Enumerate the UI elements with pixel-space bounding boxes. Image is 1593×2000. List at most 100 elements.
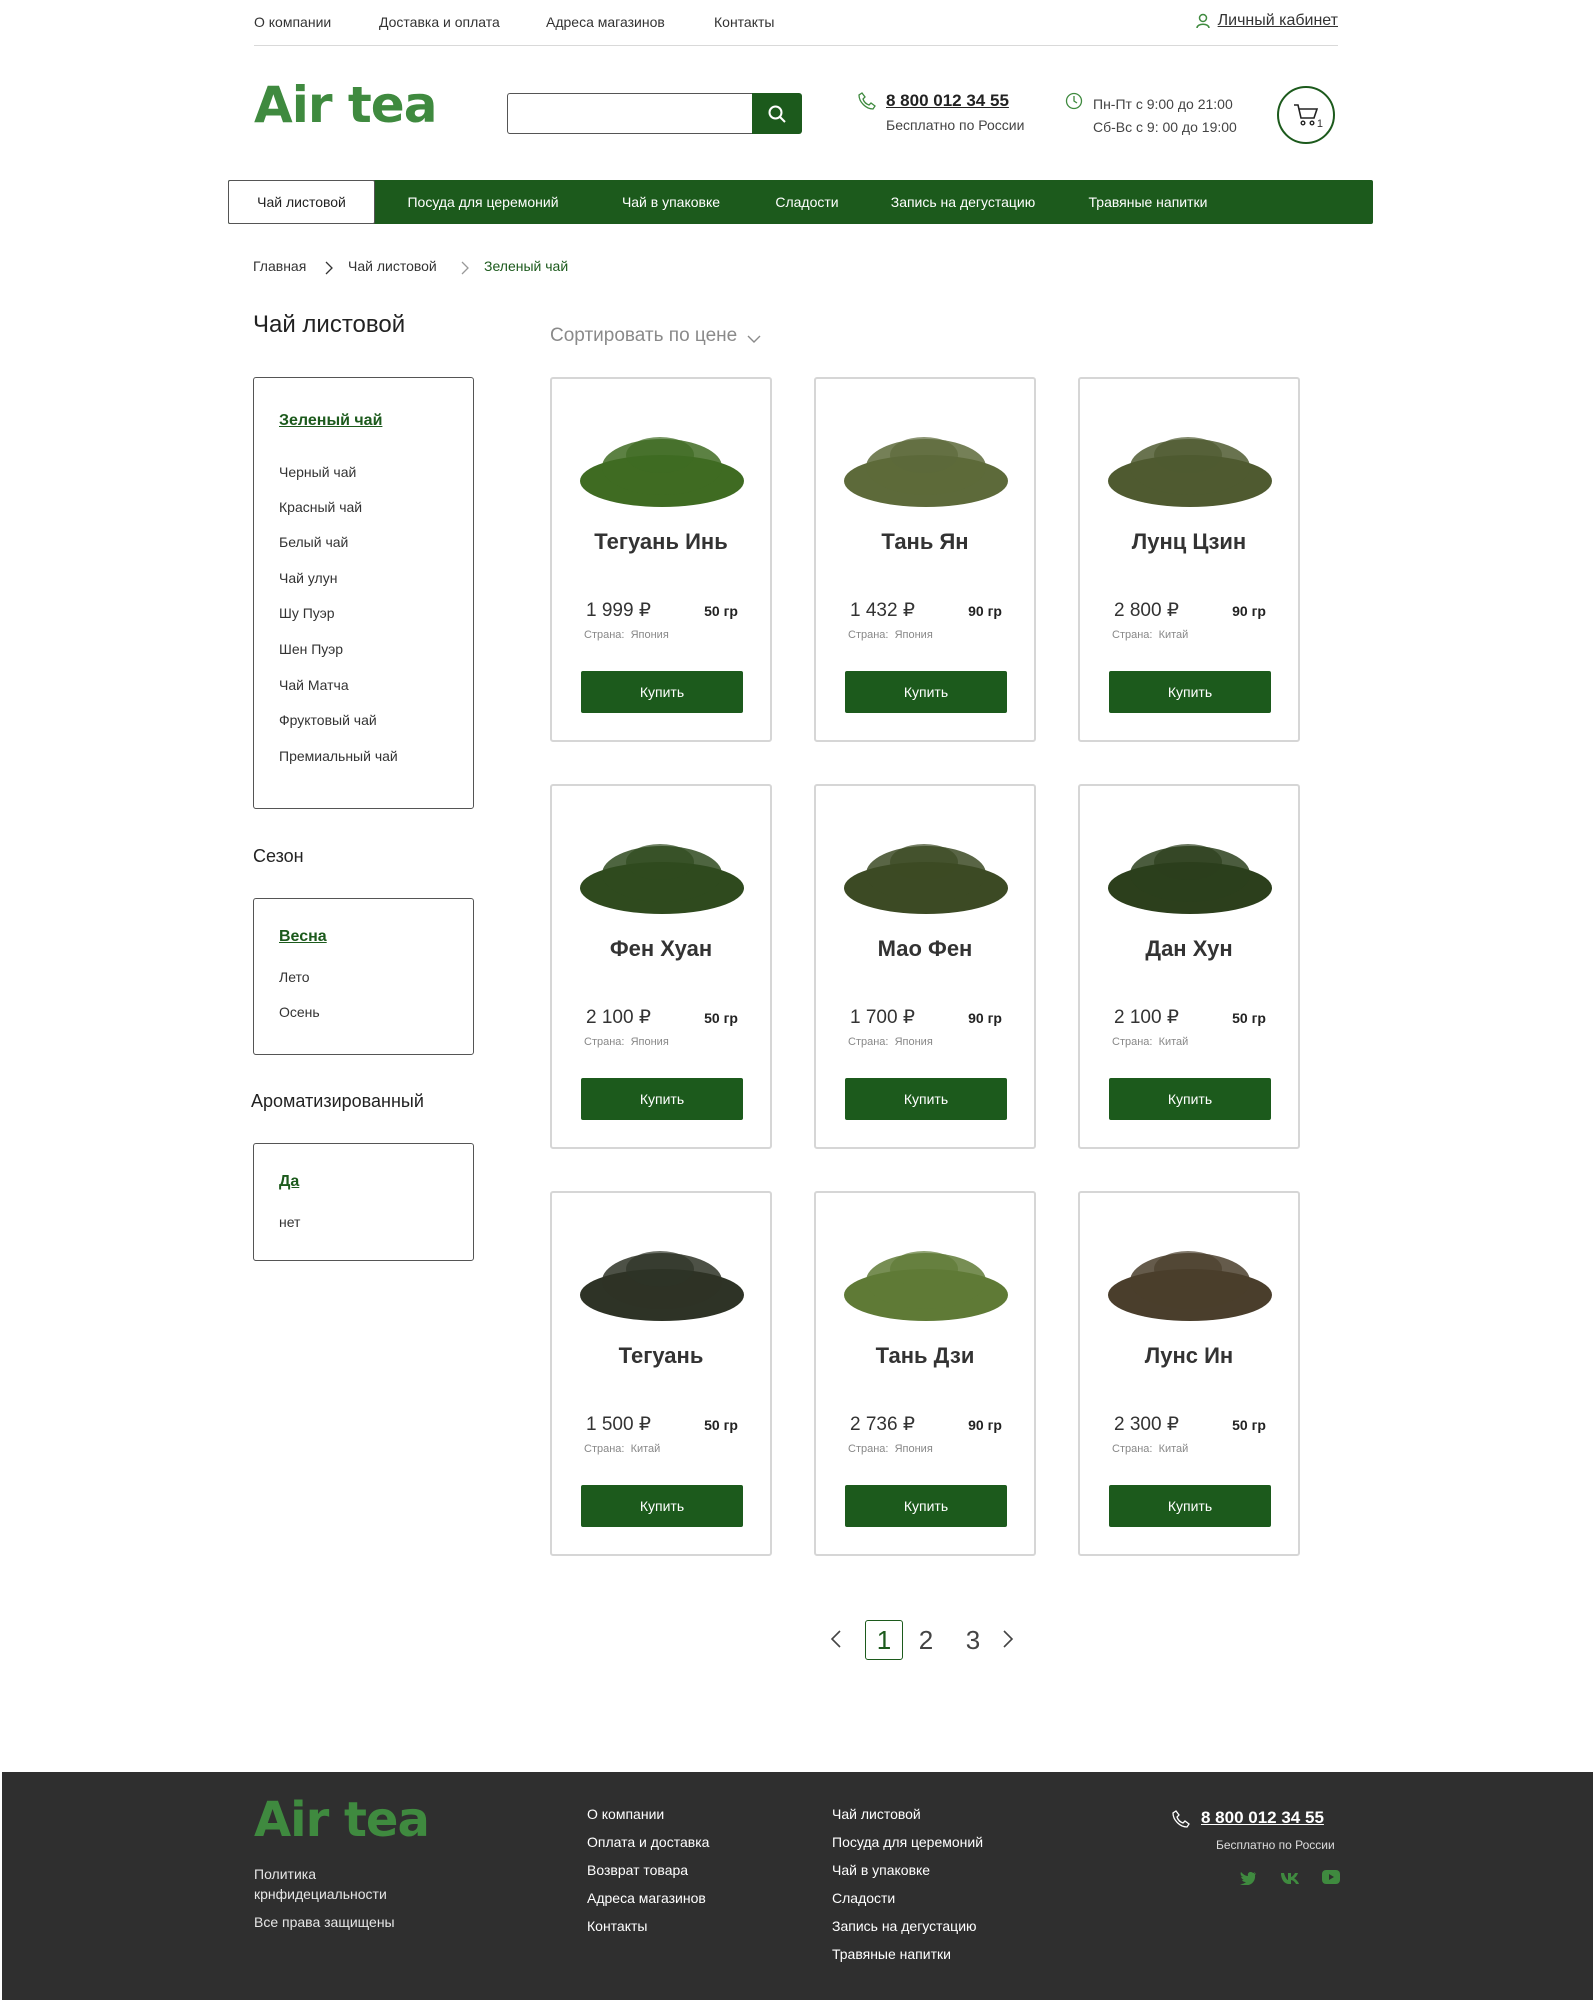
nav-packed-tea[interactable]: Чай в упаковке: [591, 180, 751, 224]
product-card[interactable]: Тегуань Инь 1 999 ₽ 50 гр Страна: Япония Куп…: [550, 377, 772, 742]
prev-page-icon[interactable]: [830, 1629, 842, 1649]
buy-button[interactable]: Купить: [845, 671, 1007, 713]
next-page-icon[interactable]: [1002, 1629, 1014, 1649]
buy-button[interactable]: Купить: [845, 1078, 1007, 1120]
product-name[interactable]: Лунц Цзин: [1080, 529, 1298, 555]
country-label: Страна:: [848, 629, 889, 641]
footer-link-contacts[interactable]: Контакты: [587, 1918, 709, 1946]
search-input[interactable]: [507, 93, 752, 134]
footer-link-about[interactable]: О компании: [587, 1806, 709, 1834]
rights-text: Все права защищены: [254, 1914, 395, 1930]
twitter-icon[interactable]: [1240, 1871, 1257, 1885]
top-link-delivery[interactable]: Доставка и оплата: [379, 14, 500, 30]
product-weight: 50 гр: [704, 1417, 738, 1433]
product-card[interactable]: Дан Хун 2 100 ₽ 50 гр Страна: Китай Купить: [1078, 784, 1300, 1149]
category-green[interactable]: Зеленый чай: [279, 412, 382, 430]
phone-icon: [858, 92, 876, 110]
flavored-no[interactable]: нет: [279, 1214, 300, 1230]
product-country: Страна: Китай: [1112, 1036, 1188, 1048]
product-price: 2 736 ₽: [850, 1414, 915, 1435]
product-card[interactable]: Лунс Ин 2 300 ₽ 50 гр Страна: Китай Купить: [1078, 1191, 1300, 1556]
footer-phone[interactable]: 8 800 012 34 55: [1201, 1808, 1324, 1828]
page-3[interactable]: 3: [954, 1620, 992, 1660]
product-name[interactable]: Тань Дзи: [816, 1343, 1034, 1369]
top-link-addresses[interactable]: Адреса магазинов: [546, 14, 665, 30]
product-name[interactable]: Дан Хун: [1080, 936, 1298, 962]
breadcrumb-current: Зеленый чай: [484, 258, 569, 274]
footer-logo[interactable]: Air tea: [254, 1792, 430, 1848]
cart-count: 1: [1316, 118, 1323, 130]
product-name[interactable]: Фен Хуан: [552, 936, 770, 962]
footer-link-leaf-tea[interactable]: Чай листовой: [832, 1806, 983, 1834]
page-2[interactable]: 2: [907, 1620, 945, 1660]
breadcrumb-leaf-tea[interactable]: Чай листовой: [348, 258, 437, 274]
buy-button[interactable]: Купить: [1109, 1485, 1271, 1527]
privacy-policy-link[interactable]: Политика крнфидециальности: [254, 1864, 387, 1904]
search-button[interactable]: [752, 93, 802, 134]
footer-link-tasting[interactable]: Запись на дегустацию: [832, 1918, 983, 1946]
footer-link-returns[interactable]: Возврат товара: [587, 1862, 709, 1890]
privacy-line-2: крнфидециальности: [254, 1886, 387, 1902]
category-shen-puer[interactable]: Шен Пуэр: [279, 641, 343, 657]
product-card[interactable]: Тань Дзи 2 736 ₽ 90 гр Страна: Япония Купить: [814, 1191, 1036, 1556]
footer-link-sweets[interactable]: Сладости: [832, 1890, 983, 1918]
tea-leaves-image: [1108, 844, 1272, 914]
footer-link-herbal[interactable]: Травяные напитки: [832, 1946, 983, 1974]
vk-icon[interactable]: [1280, 1871, 1300, 1885]
category-premium[interactable]: Премиальный чай: [279, 748, 398, 764]
header-phone[interactable]: 8 800 012 34 55: [886, 91, 1009, 111]
nav-leaf-tea[interactable]: Чай листовой: [228, 180, 375, 224]
country-value: Япония: [894, 629, 933, 641]
footer-link-payment[interactable]: Оплата и доставка: [587, 1834, 709, 1862]
product-country: Страна: Япония: [848, 1443, 933, 1455]
chevron-right-icon: [325, 261, 333, 275]
page-title: Чай листовой: [253, 311, 406, 338]
season-spring[interactable]: Весна: [279, 928, 327, 946]
product-name[interactable]: Мао Фен: [816, 936, 1034, 962]
footer-link-packed-tea[interactable]: Чай в упаковке: [832, 1862, 983, 1890]
buy-button[interactable]: Купить: [581, 1078, 743, 1120]
season-autumn[interactable]: Осень: [279, 1004, 320, 1020]
buy-button[interactable]: Купить: [581, 1485, 743, 1527]
footer-link-addresses[interactable]: Адреса магазинов: [587, 1890, 709, 1918]
flavored-yes[interactable]: Да: [279, 1173, 299, 1191]
cart-button[interactable]: 1: [1277, 86, 1335, 144]
buy-button[interactable]: Купить: [1109, 671, 1271, 713]
buy-button[interactable]: Купить: [845, 1485, 1007, 1527]
breadcrumb-home[interactable]: Главная: [253, 258, 306, 274]
product-name[interactable]: Тань Ян: [816, 529, 1034, 555]
category-matcha[interactable]: Чай Матча: [279, 677, 349, 693]
footer-link-ceremony-ware[interactable]: Посуда для церемоний: [832, 1834, 983, 1862]
nav-tasting[interactable]: Запись на дегустацию: [863, 180, 1063, 224]
buy-button[interactable]: Купить: [1109, 1078, 1271, 1120]
cabinet-link[interactable]: Личный кабинет: [1195, 12, 1338, 30]
product-name[interactable]: Лунс Ин: [1080, 1343, 1298, 1369]
logo[interactable]: Air tea: [254, 76, 437, 134]
nav-sweets[interactable]: Сладости: [751, 180, 863, 224]
product-card[interactable]: Фен Хуан 2 100 ₽ 50 гр Страна: Япония Купить: [550, 784, 772, 1149]
season-summer[interactable]: Лето: [279, 969, 310, 985]
top-link-contacts[interactable]: Контакты: [714, 14, 774, 30]
product-card[interactable]: Лунц Цзин 2 800 ₽ 90 гр Страна: Китай Купить: [1078, 377, 1300, 742]
category-oolong[interactable]: Чай улун: [279, 570, 337, 586]
category-shu-puer[interactable]: Шу Пуэр: [279, 605, 335, 621]
product-card[interactable]: Тегуань 1 500 ₽ 50 гр Страна: Китай Купить: [550, 1191, 772, 1556]
product-card[interactable]: Мао Фен 1 700 ₽ 90 гр Страна: Япония Купить: [814, 784, 1036, 1149]
search-icon: [768, 105, 786, 123]
top-link-about[interactable]: О компании: [254, 14, 331, 30]
youtube-icon[interactable]: [1322, 1870, 1340, 1884]
clock-icon: [1065, 92, 1083, 110]
category-white[interactable]: Белый чай: [279, 534, 348, 550]
product-name[interactable]: Тегуань Инь: [552, 529, 770, 555]
category-red[interactable]: Красный чай: [279, 499, 362, 515]
buy-button[interactable]: Купить: [581, 671, 743, 713]
page-1[interactable]: 1: [865, 1620, 903, 1660]
sort-dropdown[interactable]: Сортировать по цене: [550, 325, 761, 347]
product-card[interactable]: Тань Ян 1 432 ₽ 90 гр Страна: Япония Купить: [814, 377, 1036, 742]
product-name[interactable]: Тегуань: [552, 1343, 770, 1369]
tea-pile-shape: [626, 1251, 694, 1287]
nav-ceremony-ware[interactable]: Посуда для церемоний: [375, 180, 591, 224]
category-fruit[interactable]: Фруктовый чай: [279, 712, 377, 728]
nav-herbal[interactable]: Травяные напитки: [1063, 180, 1233, 224]
category-black[interactable]: Черный чай: [279, 464, 356, 480]
